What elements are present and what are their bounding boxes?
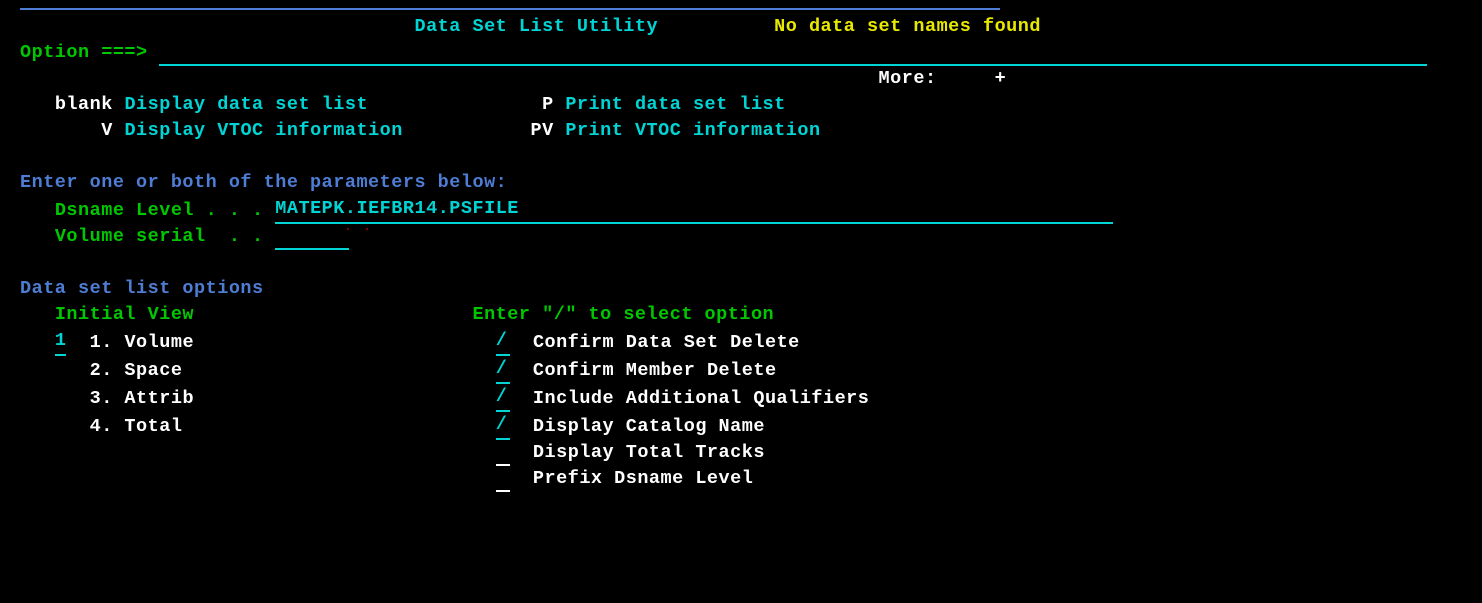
params-prompt: Enter one or both of the parameters belo… xyxy=(20,172,507,193)
opt-row-6: Prefix Dsname Level xyxy=(20,466,1482,492)
sel-4-input[interactable]: / xyxy=(496,412,510,440)
option-label: Option ===> xyxy=(20,42,148,63)
initial-view-input[interactable]: 1 xyxy=(55,328,67,356)
volser-input[interactable] xyxy=(275,248,349,250)
sel-6-input[interactable] xyxy=(496,490,510,492)
cmd-pv-desc: Print VTOC information xyxy=(565,120,820,141)
sel-2-label: Confirm Member Delete xyxy=(533,360,777,381)
panel-top-divider xyxy=(20,8,1000,10)
option-row[interactable]: Option ===> xyxy=(20,40,1482,66)
initial-view-header: Initial View xyxy=(55,304,194,325)
iv-4: 4. Total xyxy=(90,416,183,437)
cmd-blank-desc: Display data set list xyxy=(124,94,368,115)
dsname-label: Dsname Level . . . xyxy=(55,200,264,221)
more-indicator: + xyxy=(995,68,1007,89)
more-row: More: + xyxy=(20,66,1482,92)
opt-row-4: 4. Total / Display Catalog Name xyxy=(20,412,1482,440)
title-row: Data Set List Utility No data set names … xyxy=(20,14,1482,40)
volser-label: Volume serial . . xyxy=(55,226,264,247)
panel-message: No data set names found xyxy=(774,16,1041,37)
cmd-p-code: P xyxy=(542,94,554,115)
cmd-row-2: V Display VTOC information PV Print VTOC… xyxy=(20,118,1482,144)
opt-row-3: 3. Attrib / Include Additional Qualifier… xyxy=(20,384,1482,412)
cmd-pv-code: PV xyxy=(531,120,554,141)
sel-4-label: Display Catalog Name xyxy=(533,416,765,437)
options-section: Data set list options xyxy=(20,278,264,299)
dsname-row[interactable]: Dsname Level . . . MATEPK.IEFBR14.PSFILE… xyxy=(20,196,1482,224)
opt-row-5: Display Total Tracks xyxy=(20,440,1482,466)
iv-1: 1. Volume xyxy=(90,332,194,353)
sel-3-input[interactable]: / xyxy=(496,384,510,412)
volser-row[interactable]: Volume serial . . xyxy=(20,224,1482,250)
sel-2-input[interactable]: / xyxy=(496,356,510,384)
cmd-blank-code: blank xyxy=(55,94,113,115)
sel-3-label: Include Additional Qualifiers xyxy=(533,388,869,409)
more-label: More: xyxy=(879,68,937,89)
iv-2: 2. Space xyxy=(90,360,183,381)
typo-marker: • • xyxy=(346,217,375,243)
cmd-p-desc: Print data set list xyxy=(565,94,785,115)
select-prompt: Enter "/" to select option xyxy=(473,304,775,325)
sel-1-input[interactable]: / xyxy=(496,328,510,356)
iv-3: 3. Attrib xyxy=(90,388,194,409)
cmd-v-code: V xyxy=(101,120,113,141)
sel-5-label: Display Total Tracks xyxy=(533,442,765,463)
cmd-v-desc: Display VTOC information xyxy=(124,120,402,141)
panel-title: Data Set List Utility xyxy=(414,16,658,37)
opt-row-1: 1 1. Volume / Confirm Data Set Delete xyxy=(20,328,1482,356)
opt-row-2: 2. Space / Confirm Member Delete xyxy=(20,356,1482,384)
dsname-input[interactable]: MATEPK.IEFBR14.PSFILE xyxy=(275,196,1113,224)
sel-6-label: Prefix Dsname Level xyxy=(533,468,753,489)
cmd-row-1: blank Display data set list P Print data… xyxy=(20,92,1482,118)
headers-row: Initial View Enter "/" to select option xyxy=(20,302,1482,328)
sel-1-label: Confirm Data Set Delete xyxy=(533,332,800,353)
